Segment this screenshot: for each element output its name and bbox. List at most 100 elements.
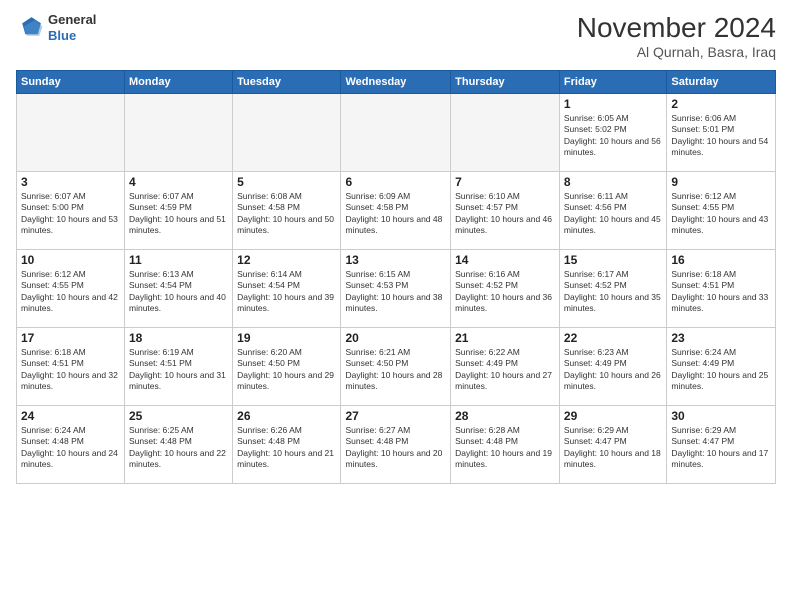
col-header-friday: Friday <box>559 71 666 94</box>
day-info: Sunrise: 6:05 AM Sunset: 5:02 PM Dayligh… <box>564 113 662 159</box>
day-cell-26: 26Sunrise: 6:26 AM Sunset: 4:48 PM Dayli… <box>233 406 341 484</box>
month-title: November 2024 <box>577 12 776 44</box>
empty-cell <box>125 94 233 172</box>
day-info: Sunrise: 6:06 AM Sunset: 5:01 PM Dayligh… <box>671 113 771 159</box>
week-row-1: 1 Sunrise: 6:05 AM Sunset: 5:02 PM Daylig… <box>17 94 776 172</box>
day-info: Sunrise: 6:09 AM Sunset: 4:58 PM Dayligh… <box>345 191 446 237</box>
empty-cell <box>341 94 451 172</box>
day-cell-23: 23Sunrise: 6:24 AM Sunset: 4:49 PM Dayli… <box>667 328 776 406</box>
day-number: 13 <box>345 253 446 267</box>
week-row-4: 17 Sunrise: 6:18 AM Sunset: 4:51 PM Dayli… <box>17 328 776 406</box>
day-cell-21: 21 Sunrise: 6:22 AM Sunset: 4:49 PM Dayli… <box>451 328 560 406</box>
day-cell-20: 20 Sunrise: 6:21 AM Sunset: 4:50 PM Dayli… <box>341 328 451 406</box>
day-info: Sunrise: 6:21 AM Sunset: 4:50 PM Dayligh… <box>345 347 446 393</box>
day-number: 17 <box>21 331 120 345</box>
day-info: Sunrise: 6:26 AM Sunset: 4:48 PM Dayligh… <box>237 425 336 471</box>
day-number: 4 <box>129 175 228 189</box>
day-number: 12 <box>237 253 336 267</box>
day-info: Sunrise: 6:29 AM Sunset: 4:47 PM Dayligh… <box>564 425 662 471</box>
col-header-monday: Monday <box>125 71 233 94</box>
day-number: 2 <box>671 97 771 111</box>
day-cell-1: 1 Sunrise: 6:05 AM Sunset: 5:02 PM Daylig… <box>559 94 666 172</box>
day-cell-8: 8 Sunrise: 6:11 AM Sunset: 4:56 PM Daylig… <box>559 172 666 250</box>
day-number: 19 <box>237 331 336 345</box>
day-cell-3: 3Sunrise: 6:07 AM Sunset: 5:00 PM Daylig… <box>17 172 125 250</box>
day-cell-11: 11 Sunrise: 6:13 AM Sunset: 4:54 PM Dayli… <box>125 250 233 328</box>
logo-general: General <box>48 12 96 27</box>
col-header-sunday: Sunday <box>17 71 125 94</box>
day-number: 16 <box>671 253 771 267</box>
day-number: 28 <box>455 409 555 423</box>
day-number: 21 <box>455 331 555 345</box>
day-info: Sunrise: 6:14 AM Sunset: 4:54 PM Dayligh… <box>237 269 336 315</box>
day-number: 27 <box>345 409 446 423</box>
day-info: Sunrise: 6:11 AM Sunset: 4:56 PM Dayligh… <box>564 191 662 237</box>
day-number: 25 <box>129 409 228 423</box>
day-number: 3 <box>21 175 120 189</box>
day-info: Sunrise: 6:12 AM Sunset: 4:55 PM Dayligh… <box>671 191 771 237</box>
day-cell-13: 13Sunrise: 6:15 AM Sunset: 4:53 PM Dayli… <box>341 250 451 328</box>
day-info: Sunrise: 6:18 AM Sunset: 4:51 PM Dayligh… <box>21 347 120 393</box>
day-cell-19: 19 Sunrise: 6:20 AM Sunset: 4:50 PM Dayli… <box>233 328 341 406</box>
day-info: Sunrise: 6:07 AM Sunset: 4:59 PM Dayligh… <box>129 191 228 237</box>
col-header-thursday: Thursday <box>451 71 560 94</box>
day-number: 20 <box>345 331 446 345</box>
logo: General Blue <box>16 12 96 43</box>
day-info: Sunrise: 6:13 AM Sunset: 4:54 PM Dayligh… <box>129 269 228 315</box>
day-cell-25: 25 Sunrise: 6:25 AM Sunset: 4:48 PM Dayli… <box>125 406 233 484</box>
day-info: Sunrise: 6:28 AM Sunset: 4:48 PM Dayligh… <box>455 425 555 471</box>
day-number: 15 <box>564 253 662 267</box>
day-cell-7: 7 Sunrise: 6:10 AM Sunset: 4:57 PM Daylig… <box>451 172 560 250</box>
col-header-wednesday: Wednesday <box>341 71 451 94</box>
day-number: 5 <box>237 175 336 189</box>
day-info: Sunrise: 6:16 AM Sunset: 4:52 PM Dayligh… <box>455 269 555 315</box>
day-info: Sunrise: 6:22 AM Sunset: 4:49 PM Dayligh… <box>455 347 555 393</box>
day-info: Sunrise: 6:24 AM Sunset: 4:48 PM Dayligh… <box>21 425 120 471</box>
logo-blue-text: Blue <box>48 28 76 43</box>
calendar-table: SundayMondayTuesdayWednesdayThursdayFrid… <box>16 70 776 484</box>
day-info: Sunrise: 6:24 AM Sunset: 4:49 PM Dayligh… <box>671 347 771 393</box>
day-number: 8 <box>564 175 662 189</box>
day-cell-30: 30Sunrise: 6:29 AM Sunset: 4:47 PM Dayli… <box>667 406 776 484</box>
day-number: 29 <box>564 409 662 423</box>
day-cell-2: 2 Sunrise: 6:06 AM Sunset: 5:01 PM Daylig… <box>667 94 776 172</box>
empty-cell <box>233 94 341 172</box>
day-cell-6: 6 Sunrise: 6:09 AM Sunset: 4:58 PM Daylig… <box>341 172 451 250</box>
day-info: Sunrise: 6:29 AM Sunset: 4:47 PM Dayligh… <box>671 425 771 471</box>
empty-cell <box>451 94 560 172</box>
day-info: Sunrise: 6:10 AM Sunset: 4:57 PM Dayligh… <box>455 191 555 237</box>
day-info: Sunrise: 6:19 AM Sunset: 4:51 PM Dayligh… <box>129 347 228 393</box>
day-cell-27: 27Sunrise: 6:27 AM Sunset: 4:48 PM Dayli… <box>341 406 451 484</box>
day-cell-9: 9 Sunrise: 6:12 AM Sunset: 4:55 PM Daylig… <box>667 172 776 250</box>
day-cell-18: 18 Sunrise: 6:19 AM Sunset: 4:51 PM Dayli… <box>125 328 233 406</box>
day-cell-12: 12 Sunrise: 6:14 AM Sunset: 4:54 PM Dayli… <box>233 250 341 328</box>
day-number: 22 <box>564 331 662 345</box>
col-header-tuesday: Tuesday <box>233 71 341 94</box>
calendar-header-row: SundayMondayTuesdayWednesdayThursdayFrid… <box>17 71 776 94</box>
day-info: Sunrise: 6:20 AM Sunset: 4:50 PM Dayligh… <box>237 347 336 393</box>
day-info: Sunrise: 6:25 AM Sunset: 4:48 PM Dayligh… <box>129 425 228 471</box>
day-cell-16: 16Sunrise: 6:18 AM Sunset: 4:51 PM Dayli… <box>667 250 776 328</box>
day-number: 14 <box>455 253 555 267</box>
day-number: 10 <box>21 253 120 267</box>
day-number: 18 <box>129 331 228 345</box>
day-number: 6 <box>345 175 446 189</box>
day-cell-4: 4 Sunrise: 6:07 AM Sunset: 4:59 PM Daylig… <box>125 172 233 250</box>
day-cell-17: 17 Sunrise: 6:18 AM Sunset: 4:51 PM Dayli… <box>17 328 125 406</box>
day-number: 24 <box>21 409 120 423</box>
location-title: Al Qurnah, Basra, Iraq <box>577 44 776 60</box>
day-info: Sunrise: 6:12 AM Sunset: 4:55 PM Dayligh… <box>21 269 120 315</box>
day-cell-24: 24 Sunrise: 6:24 AM Sunset: 4:48 PM Dayli… <box>17 406 125 484</box>
day-cell-10: 10 Sunrise: 6:12 AM Sunset: 4:55 PM Dayli… <box>17 250 125 328</box>
day-number: 9 <box>671 175 771 189</box>
day-number: 11 <box>129 253 228 267</box>
title-block: November 2024 Al Qurnah, Basra, Iraq <box>577 12 776 60</box>
day-cell-14: 14 Sunrise: 6:16 AM Sunset: 4:52 PM Dayli… <box>451 250 560 328</box>
day-info: Sunrise: 6:17 AM Sunset: 4:52 PM Dayligh… <box>564 269 662 315</box>
empty-cell <box>17 94 125 172</box>
day-number: 1 <box>564 97 662 111</box>
day-cell-28: 28 Sunrise: 6:28 AM Sunset: 4:48 PM Dayli… <box>451 406 560 484</box>
day-number: 7 <box>455 175 555 189</box>
day-info: Sunrise: 6:23 AM Sunset: 4:49 PM Dayligh… <box>564 347 662 393</box>
day-info: Sunrise: 6:08 AM Sunset: 4:58 PM Dayligh… <box>237 191 336 237</box>
